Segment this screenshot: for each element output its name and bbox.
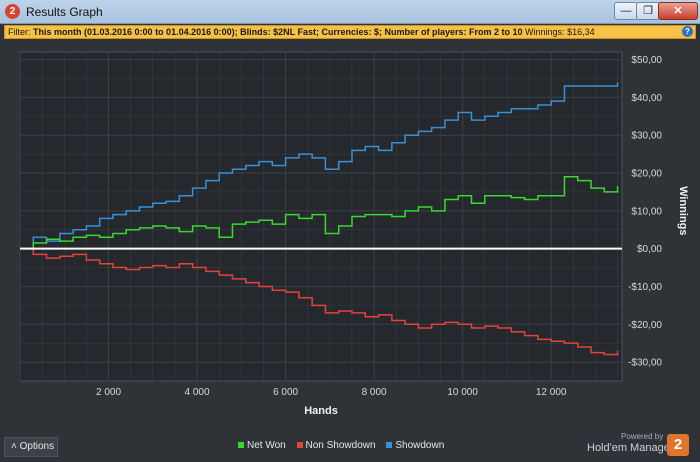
plot-area	[19, 51, 623, 382]
y-tick-label: $0,00	[637, 244, 662, 255]
y-tick-label: -$10,00	[628, 282, 662, 293]
x-axis-label: Hands	[304, 405, 338, 417]
x-tick-label: 10 000	[447, 387, 478, 398]
minimize-button[interactable]: —	[614, 2, 638, 20]
chevron-up-icon: ˄	[11, 441, 17, 452]
brand-name: Hold'em Manager	[587, 442, 674, 454]
y-axis-label: Winnings	[677, 186, 689, 235]
x-tick-label: 2 000	[96, 387, 121, 398]
bottom-bar: ˄ Options Net Won Non Showdown Showdown …	[0, 432, 700, 462]
x-tick-label: 8 000	[362, 387, 387, 398]
filter-bar[interactable]: Filter: This month (01.03.2016 0:00 to 0…	[4, 25, 696, 39]
close-button[interactable]: ✕	[658, 2, 698, 20]
y-tick-label: -$30,00	[628, 358, 662, 369]
x-tick-label: 6 000	[273, 387, 298, 398]
restore-button[interactable]: ❐	[636, 2, 660, 20]
legend-label: Non Showdown	[305, 440, 376, 451]
brand-badge-icon: 2	[667, 434, 689, 456]
powered-by-text: Powered by	[621, 432, 664, 441]
window-title-bar: 2 Results Graph — ❐ ✕	[0, 0, 700, 24]
legend-item-net-won[interactable]: Net Won	[238, 440, 286, 451]
results-graph: 2 000 4 000 6 000 8 000 10 000 12 000 $50,00 $4…	[19, 51, 689, 417]
x-tick-label: 12 000	[536, 387, 567, 398]
help-icon[interactable]: ?	[682, 26, 693, 37]
y-tick-label: $30,00	[631, 131, 662, 142]
window-title: Results Graph	[26, 5, 103, 19]
legend-label: Net Won	[247, 440, 286, 451]
x-tick-label: 4 000	[185, 387, 210, 398]
options-button[interactable]: ˄ Options	[4, 437, 58, 457]
legend-swatch	[296, 442, 303, 449]
filter-label: Filter:	[8, 27, 31, 37]
app-logo-icon: 2	[5, 4, 20, 19]
y-tick-label: $50,00	[631, 55, 662, 66]
chart-legend: Net Won Non Showdown Showdown	[238, 440, 452, 451]
options-label: Options	[19, 441, 55, 452]
y-tick-label: $10,00	[631, 206, 662, 217]
winnings-value: $16,34	[567, 27, 595, 37]
legend-swatch	[386, 442, 393, 449]
y-tick-label: $40,00	[631, 93, 662, 104]
legend-label: Showdown	[395, 440, 445, 451]
filter-text: This month (01.03.2016 0:00 to 01.04.201…	[33, 27, 523, 37]
legend-swatch	[238, 442, 244, 449]
legend-item-showdown[interactable]: Showdown	[386, 440, 444, 451]
legend-item-non-showdown[interactable]: Non Showdown	[296, 440, 376, 451]
y-tick-label: $20,00	[631, 169, 662, 180]
y-tick-label: -$20,00	[628, 320, 662, 331]
winnings-label: Winnings:	[525, 27, 565, 37]
